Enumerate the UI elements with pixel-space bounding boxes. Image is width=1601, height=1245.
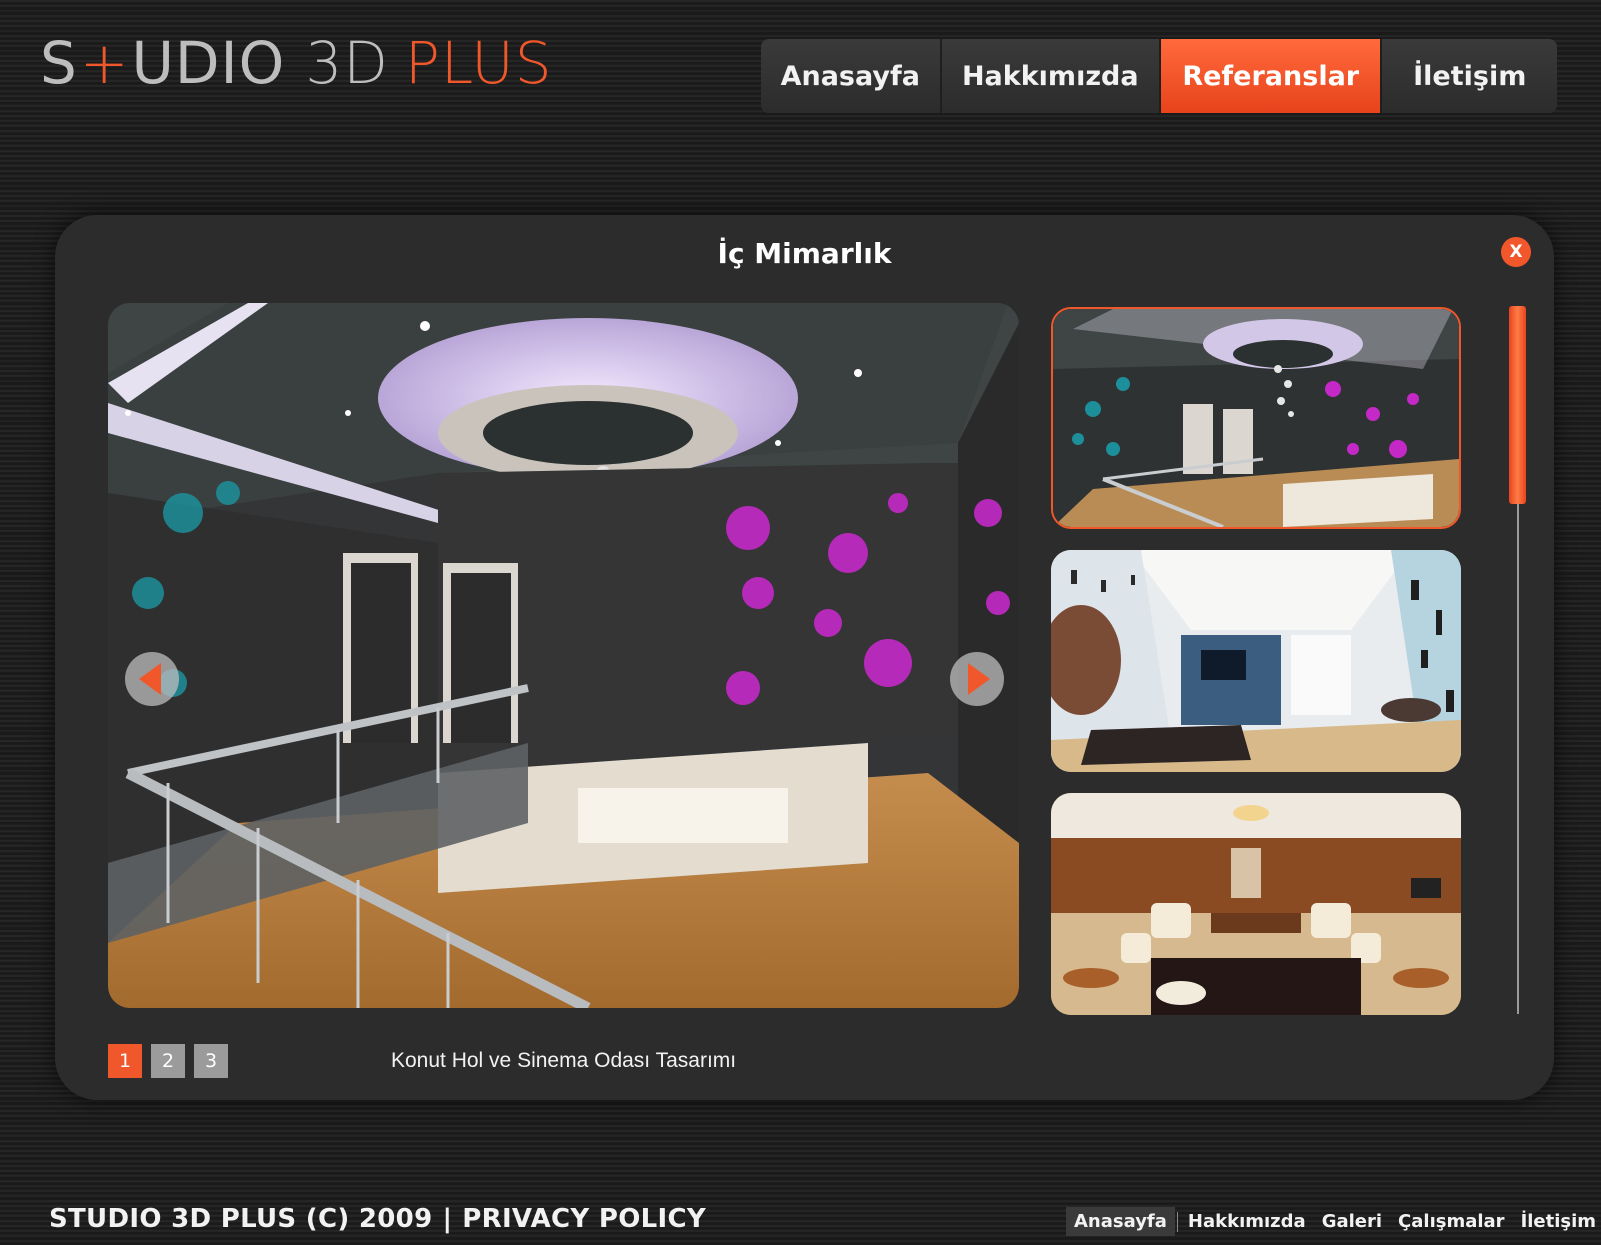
next-image-button[interactable] [950,652,1004,706]
nav-hakkimizda[interactable]: Hakkımızda [942,39,1161,113]
footer-nav-galeri[interactable]: Galeri [1314,1207,1390,1236]
thumbnail-hall-render [1053,309,1459,527]
image-caption: Konut Hol ve Sinema Odası Tasarımı [391,1049,737,1072]
thumbnail-1[interactable] [1051,307,1461,529]
top-navigation: Anasayfa Hakkımızda Referanslar İletişim [761,39,1557,113]
page-button-1[interactable]: 1 [108,1044,142,1078]
main-gallery-image [108,303,1019,1008]
footer-nav-calismalar[interactable]: Çalışmalar [1390,1207,1513,1236]
footer-nav-hakkimizda[interactable]: Hakkımızda [1180,1207,1314,1236]
nav-anasayfa[interactable]: Anasayfa [761,39,942,113]
nav-iletisim[interactable]: İletişim [1382,39,1557,113]
close-button[interactable]: X [1501,237,1531,267]
footer-copyright: STUDIO 3D PLUS (C) 2009 | PRIVACY POLICY [49,1204,706,1234]
arrow-right-icon [968,663,990,695]
logo-letters-udio: UDIO [131,29,286,97]
page-button-2[interactable]: 2 [151,1044,185,1078]
gallery-title: İç Mimarlık [717,237,892,270]
previous-image-button[interactable] [125,652,179,706]
footer-nav-anasayfa[interactable]: Anasayfa [1066,1207,1175,1236]
pagination: 1 2 3 [108,1044,228,1078]
copyright-text: STUDIO 3D PLUS (C) 2009 [49,1204,433,1234]
nav-referanslar[interactable]: Referanslar [1161,39,1383,113]
logo-3d: 3D [305,29,389,97]
thumbnail-cinema-room-render [1051,550,1461,772]
thumbnail-scrollbar-handle[interactable] [1509,306,1526,504]
footer-navigation: Anasayfa Hakkımızda Galeri Çalışmalar İl… [1066,1207,1601,1236]
thumbnail-office-render [1051,793,1461,1015]
logo-letter-s: S [40,29,78,97]
logo-plus-mark: + [79,29,130,97]
footer-separator: | [442,1204,453,1234]
page-button-3[interactable]: 3 [194,1044,228,1078]
footer-nav-iletisim[interactable]: İletişim [1513,1207,1601,1236]
thumbnail-2[interactable] [1051,550,1461,772]
thumbnail-3[interactable] [1051,793,1461,1015]
arrow-left-icon [139,663,161,695]
interior-hall-render [108,303,1019,1008]
footer-divider [1176,1211,1178,1232]
logo-plus-word: PLUS [404,29,553,97]
site-logo[interactable]: S + UDIO 3D PLUS [40,28,553,98]
privacy-policy-link[interactable]: PRIVACY POLICY [462,1204,706,1234]
